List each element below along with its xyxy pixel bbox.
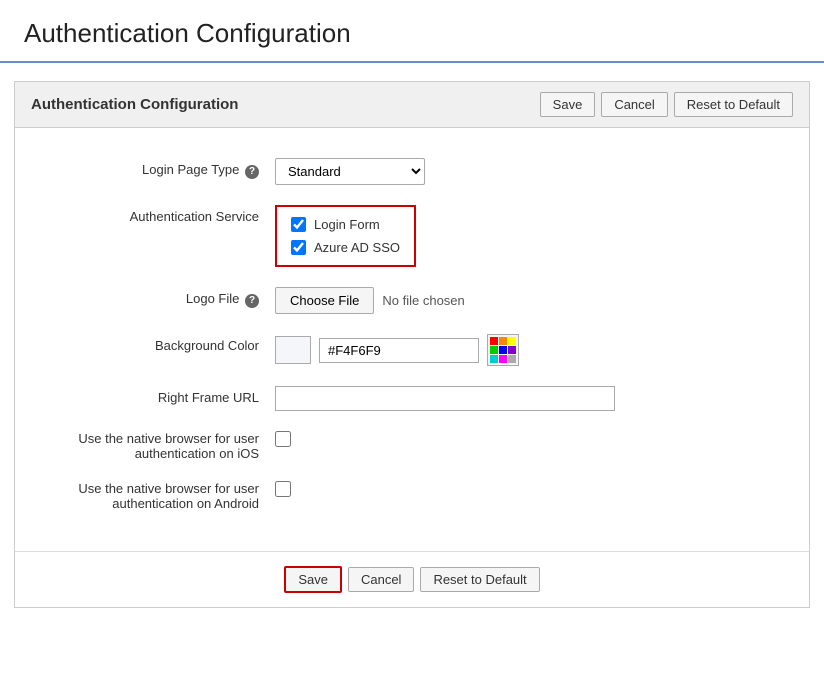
panel-header-title: Authentication Configuration xyxy=(31,96,238,113)
panel-header-actions: Save Cancel Reset to Default xyxy=(540,92,793,117)
auth-service-label: Authentication Service xyxy=(35,205,275,224)
panel-header: Authentication Configuration Save Cancel… xyxy=(15,82,809,128)
right-frame-url-label: Right Frame URL xyxy=(35,386,275,405)
native-android-control xyxy=(275,481,789,497)
azure-sso-checkbox[interactable] xyxy=(291,240,306,255)
logo-file-label: Logo File ? xyxy=(35,287,275,308)
color-cell xyxy=(508,337,516,345)
footer-cancel-button[interactable]: Cancel xyxy=(348,567,414,592)
auth-service-box: Login Form Azure AD SSO xyxy=(275,205,416,267)
login-form-label: Login Form xyxy=(314,217,380,232)
no-file-text: No file chosen xyxy=(382,293,464,308)
page-header: Authentication Configuration xyxy=(0,0,824,63)
choose-file-button[interactable]: Choose File xyxy=(275,287,374,314)
native-ios-row: Use the native browser for user authenti… xyxy=(15,421,809,471)
native-ios-control xyxy=(275,431,789,447)
color-preview xyxy=(275,336,311,364)
color-cell xyxy=(499,337,507,345)
background-color-control xyxy=(275,334,789,366)
logo-file-help-icon[interactable]: ? xyxy=(245,294,259,308)
color-cell xyxy=(490,355,498,363)
footer-reset-button[interactable]: Reset to Default xyxy=(420,567,539,592)
login-page-type-label: Login Page Type ? xyxy=(35,158,275,179)
background-color-row: Background Color xyxy=(15,324,809,376)
header-save-button[interactable]: Save xyxy=(540,92,596,117)
color-cell xyxy=(499,355,507,363)
page-title: Authentication Configuration xyxy=(24,18,800,49)
azure-sso-label: Azure AD SSO xyxy=(314,240,400,255)
auth-config-panel: Authentication Configuration Save Cancel… xyxy=(14,81,810,608)
header-reset-button[interactable]: Reset to Default xyxy=(674,92,793,117)
header-cancel-button[interactable]: Cancel xyxy=(601,92,667,117)
auth-service-row: Authentication Service Login Form Azure … xyxy=(15,195,809,277)
color-cell xyxy=(508,355,516,363)
login-page-type-row: Login Page Type ? Standard Custom xyxy=(15,148,809,195)
right-frame-url-input[interactable] xyxy=(275,386,615,411)
native-ios-label: Use the native browser for user authenti… xyxy=(35,431,275,461)
footer-save-button[interactable]: Save xyxy=(284,566,342,593)
login-page-type-control: Standard Custom xyxy=(275,158,789,185)
login-page-type-select[interactable]: Standard Custom xyxy=(275,158,425,185)
background-color-label: Background Color xyxy=(35,334,275,353)
color-cell xyxy=(499,346,507,354)
login-page-type-help-icon[interactable]: ? xyxy=(245,165,259,179)
right-frame-url-row: Right Frame URL xyxy=(15,376,809,421)
native-android-checkbox[interactable] xyxy=(275,481,291,497)
color-picker-icon[interactable] xyxy=(487,334,519,366)
color-cell xyxy=(508,346,516,354)
auth-service-control: Login Form Azure AD SSO xyxy=(275,205,789,267)
color-input[interactable] xyxy=(319,338,479,363)
azure-sso-checkbox-row[interactable]: Azure AD SSO xyxy=(291,240,400,255)
native-android-label: Use the native browser for user authenti… xyxy=(35,481,275,511)
login-form-checkbox-row[interactable]: Login Form xyxy=(291,217,400,232)
logo-file-control: Choose File No file chosen xyxy=(275,287,789,314)
login-form-checkbox[interactable] xyxy=(291,217,306,232)
panel-footer: Save Cancel Reset to Default xyxy=(15,551,809,607)
logo-file-row: Logo File ? Choose File No file chosen xyxy=(15,277,809,324)
color-cell xyxy=(490,346,498,354)
right-frame-url-control xyxy=(275,386,789,411)
color-cell xyxy=(490,337,498,345)
native-android-row: Use the native browser for user authenti… xyxy=(15,471,809,521)
native-ios-checkbox[interactable] xyxy=(275,431,291,447)
panel-body: Login Page Type ? Standard Custom Authen… xyxy=(15,128,809,541)
